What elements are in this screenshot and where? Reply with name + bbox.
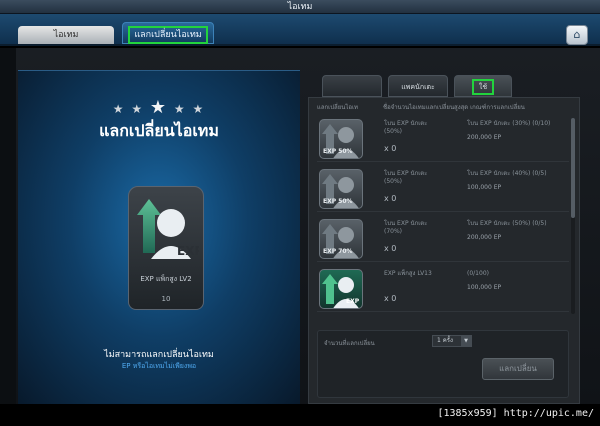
tab-blank[interactable] <box>322 75 382 97</box>
warning-text: ไม่สามารถแลกเปลี่ยนไอเทม <box>104 350 214 360</box>
item-thumbnail: EXP 50% <box>319 169 363 209</box>
item-tag: EXP 50% <box>323 148 353 155</box>
list-item[interactable]: EXP 50% โบน EXP นักเตะ (50%) โบน EXP นัก… <box>317 116 569 162</box>
list-scrollbar[interactable] <box>571 118 575 314</box>
item-quantity: x 0 <box>384 294 397 303</box>
exchange-list: EXP 50% โบน EXP นักเตะ (50%) โบน EXP นัก… <box>317 116 569 316</box>
item-requirement: โบน EXP นักเตะ (50%) (0/5) <box>467 220 547 227</box>
selected-item-card: EXP EXP แพ็กสูง LV2 10 <box>128 186 204 310</box>
list-item[interactable]: EXP 70% โบน EXP นักเตะ (70%) โบน EXP นัก… <box>317 216 569 262</box>
item-tag: EXP <box>346 298 360 305</box>
exchange-controls: จำนวนที่แลกเปลี่ยน 1 ครั้ง ▼ แลกเปลี่ยน <box>317 330 569 398</box>
item-thumbnail: EXP 70% <box>319 219 363 259</box>
tab-item-exchange-label: แลกเปลี่ยนไอเทม <box>128 26 208 44</box>
item-requirement: โบน EXP นักเตะ (30%) (0/10) <box>467 120 551 127</box>
item-price: 100,000 EP <box>467 184 502 191</box>
top-tab-bar: ไอเทม แลกเปลี่ยนไอเทม ⌂ <box>0 14 600 46</box>
scrollbar-thumb[interactable] <box>571 118 575 218</box>
card-item-count: 10 <box>161 295 171 303</box>
item-thumbnail: EXP 50% <box>319 119 363 159</box>
list-item[interactable]: EXP EXP แพ็กสูง LV13 (0/100) 100,000 EP … <box>317 266 569 312</box>
item-quantity: x 0 <box>384 194 397 203</box>
item-thumbnail: EXP <box>319 269 363 309</box>
window-title: ไอเทม <box>0 0 600 14</box>
item-name: โบน EXP นักเตะ (50%) <box>384 170 428 185</box>
card-item-name: EXP แพ็กสูง LV2 <box>140 275 192 283</box>
item-name: โบน EXP นักเตะ (70%) <box>384 220 428 235</box>
exchange-showcase-panel: ★ ★ ★ ★ ★ แลกเปลี่ยนไอเทม EXP EXP แพ็กสู… <box>18 70 300 404</box>
item-tag: EXP 70% <box>323 248 353 255</box>
item-price: 100,000 EP <box>467 284 502 291</box>
column-header-item: แลกเปลี่ยนไอเท <box>317 104 358 111</box>
exp-player-icon: EXP <box>137 199 199 259</box>
column-header-details: ชื่อจำนวนไอเทมแลกเปลี่ยนสูงสุด เกณฑ์การแ… <box>383 104 525 111</box>
item-price: 200,000 EP <box>467 134 502 141</box>
tab-player-pack[interactable]: แพคนักเตะ <box>388 75 448 97</box>
list-item[interactable]: EXP 50% โบน EXP นักเตะ (50%) โบน EXP นัก… <box>317 166 569 212</box>
item-name: โบน EXP นักเตะ (50%) <box>384 120 428 135</box>
item-requirement: (0/100) <box>467 270 489 277</box>
item-name: EXP แพ็กสูง LV13 <box>384 270 432 277</box>
quantity-value: 1 ครั้ง <box>437 337 453 344</box>
exp-badge-text: EXP <box>177 244 199 258</box>
quantity-select[interactable]: 1 ครั้ง ▼ <box>432 335 472 347</box>
warning-subtext: EP หรือไอเทมไม่เพียงพอ <box>121 362 197 370</box>
item-requirement: โบน EXP นักเตะ (40%) (0/5) <box>467 170 547 177</box>
bottom-bar: [1385x959] http://upic.me/ <box>0 404 600 426</box>
item-price: 200,000 EP <box>467 234 502 241</box>
stars-icon: ★ ★ ★ ★ ★ <box>112 97 206 118</box>
panel-title: แลกเปลี่ยนไอเทม <box>99 121 219 140</box>
chevron-down-icon: ▼ <box>461 336 471 346</box>
item-tag: EXP 50% <box>323 198 353 205</box>
item-quantity: x 0 <box>384 144 397 153</box>
tab-items[interactable]: ไอเทม <box>18 26 114 44</box>
left-edge <box>0 48 16 404</box>
exchange-list-panel: แลกเปลี่ยนไอเท ชื่อจำนวนไอเทมแลกเปลี่ยนส… <box>308 97 580 404</box>
main-area: ★ ★ ★ ★ ★ แลกเปลี่ยนไอเทม EXP EXP แพ็กสู… <box>0 48 600 404</box>
watermark-text: [1385x959] http://upic.me/ <box>437 408 594 419</box>
item-quantity: x 0 <box>384 244 397 253</box>
tab-item-exchange[interactable]: แลกเปลี่ยนไอเทม <box>122 22 214 44</box>
exchange-button[interactable]: แลกเปลี่ยน <box>482 358 554 380</box>
settings-button[interactable]: ⌂ <box>566 25 588 45</box>
tab-use[interactable]: ใช้ <box>454 75 512 97</box>
tab-use-label: ใช้ <box>471 79 495 95</box>
home-icon: ⌂ <box>573 28 581 41</box>
quantity-label: จำนวนที่แลกเปลี่ยน <box>324 340 375 347</box>
